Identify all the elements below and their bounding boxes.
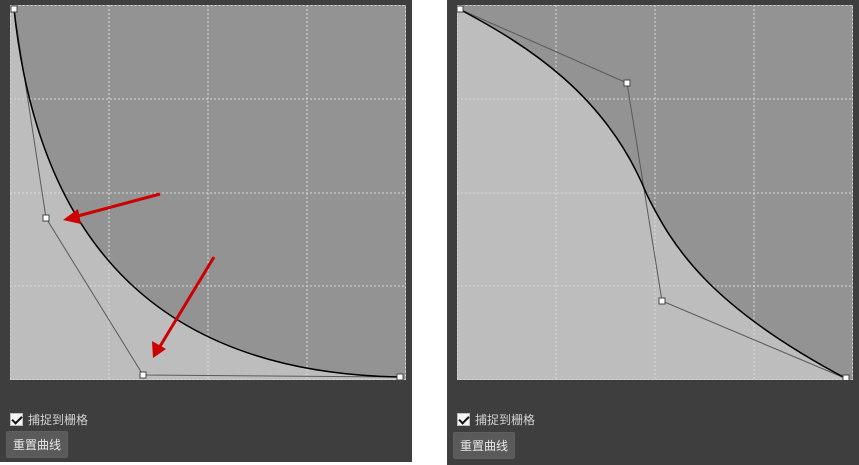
reset-curve-button[interactable]: 重置曲线 <box>453 432 516 459</box>
snap-to-grid-checkbox[interactable]: 捕捉到栅格 <box>10 411 88 428</box>
control-point-handle[interactable] <box>42 214 50 222</box>
reset-curve-button[interactable]: 重置曲线 <box>6 431 69 458</box>
curve-editor-right: 捕捉到栅格 重置曲线 <box>447 0 859 465</box>
control-point-handle[interactable] <box>139 371 147 379</box>
checkmark-icon <box>458 413 470 425</box>
control-point-handle[interactable] <box>658 297 666 305</box>
control-point-handle[interactable] <box>842 374 850 380</box>
curve-graph[interactable] <box>10 5 406 380</box>
checkbox-box[interactable] <box>10 413 23 426</box>
control-point-handle[interactable] <box>10 5 18 13</box>
snap-to-grid-label: 捕捉到栅格 <box>475 413 536 427</box>
checkbox-box[interactable] <box>457 413 470 426</box>
snap-to-grid-label: 捕捉到栅格 <box>28 413 89 427</box>
curve-editor-left: 捕捉到栅格 重置曲线 <box>0 0 412 462</box>
control-point-handle[interactable] <box>623 79 631 87</box>
snap-to-grid-checkbox[interactable]: 捕捉到栅格 <box>457 411 535 428</box>
control-point-handle[interactable] <box>457 5 464 13</box>
checkmark-icon <box>11 413 23 425</box>
control-point-handle[interactable] <box>396 373 404 380</box>
curve-graph[interactable] <box>457 5 853 380</box>
